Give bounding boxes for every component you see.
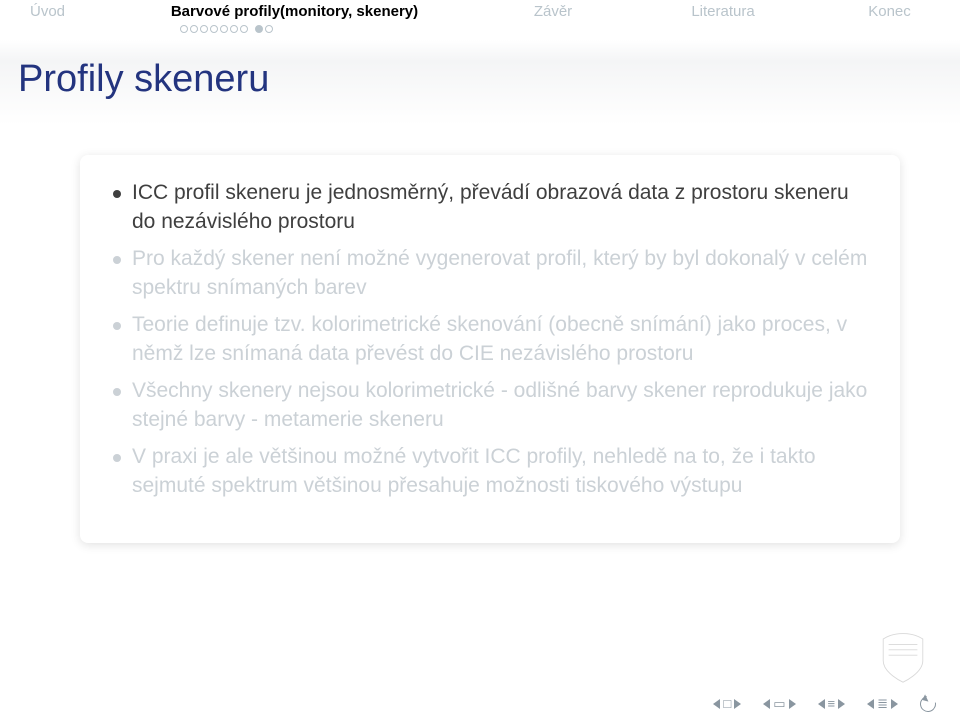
nav-frame: ▭ [763,698,795,711]
section-next-icon[interactable] [838,699,845,709]
nav-item-uvod[interactable]: Úvod [0,0,95,26]
progress-dot[interactable] [210,25,218,33]
nav-item-barvove[interactable]: Barvové profily(monitory, skenery) [167,0,422,26]
bullet-block: ICC profil skeneru je jednosměrný, převá… [80,155,900,543]
nav-item-literatura[interactable]: Literatura [678,0,768,26]
progress-dots [180,25,273,33]
top-nav: Úvod Barvové profily(monitory, skenery) … [0,0,960,26]
progress-dot[interactable] [265,25,273,33]
content-area: ICC profil skeneru je jednosměrný, převá… [80,155,900,543]
nav-item-zaver[interactable]: Závěr [528,0,578,26]
subsection-prev-icon[interactable] [867,699,874,709]
progress-dot[interactable] [180,25,188,33]
progress-dot[interactable] [190,25,198,33]
nav-item-konec[interactable]: Konec [862,0,917,26]
bullet-item: Všechny skenery nejsou kolorimetrické - … [110,377,870,435]
slide-prev-icon[interactable] [713,699,720,709]
nav-subsection: ≣ [867,698,898,711]
frame-prev-icon[interactable] [763,699,770,709]
subsection-next-icon[interactable] [891,699,898,709]
section-glyph-icon: ≡ [828,697,836,710]
bullet-item: V praxi je ale většinou možné vytvořit I… [110,443,870,501]
bullet-item: Teorie definuje tzv. kolorimetrické sken… [110,311,870,369]
bullet-list: ICC profil skeneru je jednosměrný, převá… [110,179,870,501]
beamer-nav: □ ▭ ≡ ≣ [713,696,936,712]
slide-glyph-icon: □ [723,697,731,710]
progress-dot[interactable] [255,25,263,33]
bullet-item: ICC profil skeneru je jednosměrný, převá… [110,179,870,237]
slide-next-icon[interactable] [734,699,741,709]
title-band: Profily skeneru [0,40,960,125]
progress-dot[interactable] [220,25,228,33]
subsection-glyph-icon: ≣ [877,697,888,710]
frame-next-icon[interactable] [789,699,796,709]
progress-dot[interactable] [200,25,208,33]
progress-dot[interactable] [240,25,248,33]
frame-glyph-icon: ▭ [773,697,785,710]
progress-dot[interactable] [230,25,238,33]
slide-title: Profily skeneru [18,58,960,101]
nav-slide: □ [713,698,741,711]
back-icon[interactable] [920,696,936,712]
bullet-item: Pro každý skener není možné vygenerovat … [110,245,870,303]
logo-ornament [876,630,930,684]
section-prev-icon[interactable] [818,699,825,709]
nav-section: ≡ [818,698,846,711]
